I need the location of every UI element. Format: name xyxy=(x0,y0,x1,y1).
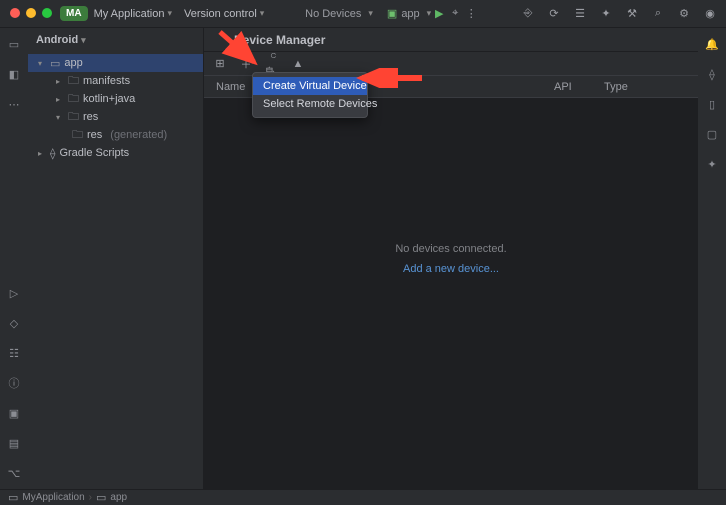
logcat-icon[interactable]: ▤ xyxy=(6,435,22,451)
profiler-icon[interactable]: ☷ xyxy=(6,345,22,361)
more-button[interactable]: ⋮ xyxy=(463,6,479,22)
chevron-down-icon: ▾ xyxy=(368,8,373,19)
tree-row[interactable]: ▸ 🗀 kotlin+java xyxy=(28,90,203,108)
vcs-menu[interactable]: Version control xyxy=(184,8,257,20)
project-tree: ▾ ▭ app ▸ 🗀 manifests ▸ 🗀 kotlin+java ▾ … xyxy=(28,52,203,164)
wifi-pair-icon[interactable]: �င身 xyxy=(264,56,280,72)
device-manager-empty-state: No devices connected. Add a new device..… xyxy=(204,243,698,275)
device-manager-icon[interactable]: ▢ xyxy=(704,126,720,142)
sync-icon[interactable]: ✦ xyxy=(598,6,614,22)
breadcrumb-separator: › xyxy=(89,492,92,503)
close-window-dot[interactable] xyxy=(10,8,20,18)
settings-icon[interactable]: ⚙ xyxy=(676,6,692,22)
notifications-icon[interactable]: 🔔 xyxy=(704,36,720,52)
col-type-header: Type xyxy=(604,81,698,93)
chevron-down-icon: ▾ xyxy=(260,8,265,19)
assistant-icon[interactable]: ✦ xyxy=(704,156,720,172)
tree-row-gradle[interactable]: ▸ ⟠ Gradle Scripts xyxy=(28,144,203,162)
tree-row[interactable]: 🗀 res (generated) xyxy=(28,126,203,144)
project-name[interactable]: My Application xyxy=(94,8,165,20)
expand-icon: ▸ xyxy=(38,149,46,158)
tree-suffix: (generated) xyxy=(110,129,167,141)
problems-icon[interactable]: ⓘ xyxy=(6,375,22,391)
annotation-arrow xyxy=(216,28,264,72)
expand-icon: ▾ xyxy=(38,59,46,68)
left-tool-rail: ▭ ◧ ⋯ ▷ ◇ ☷ ⓘ ▣ ▤ ⌥ xyxy=(0,28,28,489)
run-config-selector[interactable]: ▣ app ▾ xyxy=(387,7,431,20)
tree-row[interactable]: ▾ 🗀 res xyxy=(28,108,203,126)
tree-label: manifests xyxy=(83,75,130,87)
build-icon[interactable]: ⚒ xyxy=(624,6,640,22)
resource-manager-icon[interactable]: ◧ xyxy=(6,66,22,82)
list-icon[interactable]: ☰ xyxy=(572,6,588,22)
tree-label: res xyxy=(87,129,102,141)
expand-icon: ▾ xyxy=(56,113,64,122)
create-virtual-device-item[interactable]: Create Virtual Device xyxy=(253,77,367,95)
tree-label: app xyxy=(64,57,82,69)
device-label: No Devices xyxy=(305,8,361,20)
expand-icon: ▸ xyxy=(56,77,64,86)
firebase-icon[interactable]: ▲ xyxy=(290,56,306,72)
app-quality-icon[interactable]: ◇ xyxy=(6,315,22,331)
code-with-me-icon[interactable]: ⎆ xyxy=(520,6,536,22)
project-panel-header[interactable]: Android ▾ xyxy=(28,28,203,52)
project-view-label: Android xyxy=(36,34,78,46)
tree-row-app[interactable]: ▾ ▭ app xyxy=(28,54,203,72)
col-api-header: API xyxy=(554,81,604,93)
account-icon[interactable]: ◉ xyxy=(702,6,718,22)
terminal-icon[interactable]: ▣ xyxy=(6,405,22,421)
more-tools-icon[interactable]: ⋯ xyxy=(6,96,22,112)
module-icon: ▭ xyxy=(96,491,106,504)
run-tool-icon[interactable]: ▷ xyxy=(6,285,22,301)
folder-icon: 🗀 xyxy=(68,72,79,91)
top-right-actions: ⎆ ⟳ ☰ ✦ ⚒ ⌕ ⚙ ◉ xyxy=(520,6,718,22)
add-device-dropdown: Create Virtual Device Select Remote Devi… xyxy=(252,72,368,118)
breadcrumb-root[interactable]: MyApplication xyxy=(22,492,84,503)
select-remote-devices-item[interactable]: Select Remote Devices xyxy=(253,95,367,113)
chevron-down-icon: ▾ xyxy=(168,8,173,19)
android-icon: ▣ xyxy=(387,7,397,20)
tree-label: Gradle Scripts xyxy=(59,147,129,159)
annotation-arrow xyxy=(356,68,426,88)
run-config-label: app xyxy=(401,8,419,20)
device-selector[interactable]: No Devices ▾ xyxy=(305,8,373,20)
project-chip[interactable]: MA xyxy=(60,6,88,21)
gradle-icon[interactable]: ⟠ xyxy=(704,66,720,82)
tree-label: res xyxy=(83,111,98,123)
updates-icon[interactable]: ⟳ xyxy=(546,6,562,22)
tree-row[interactable]: ▸ 🗀 manifests xyxy=(28,72,203,90)
empty-message: No devices connected. xyxy=(204,243,698,255)
add-device-link[interactable]: Add a new device... xyxy=(204,263,698,275)
emulator-icon[interactable]: ▯ xyxy=(704,96,720,112)
run-button[interactable]: ▶ xyxy=(431,6,447,22)
project-panel: Android ▾ ▾ ▭ app ▸ 🗀 manifests ▸ 🗀 kotl… xyxy=(28,28,204,489)
gradle-icon: ⟠ xyxy=(50,147,55,160)
folder-icon: 🗀 xyxy=(72,126,83,145)
folder-icon: 🗀 xyxy=(68,108,79,127)
window-traffic-lights xyxy=(10,8,52,18)
debug-button[interactable]: ⌖ xyxy=(447,6,463,22)
module-icon: ▭ xyxy=(8,491,18,504)
chevron-down-icon: ▾ xyxy=(81,35,86,46)
vcs-tool-icon[interactable]: ⌥ xyxy=(6,465,22,481)
module-icon: ▭ xyxy=(50,57,60,70)
tree-label: kotlin+java xyxy=(83,93,135,105)
maximize-window-dot[interactable] xyxy=(42,8,52,18)
breadcrumb: ▭ MyApplication › ▭ app xyxy=(0,489,726,505)
project-view-icon[interactable]: ▭ xyxy=(6,36,22,52)
expand-icon: ▸ xyxy=(56,95,64,104)
minimize-window-dot[interactable] xyxy=(26,8,36,18)
folder-icon: 🗀 xyxy=(68,90,79,109)
breadcrumb-leaf[interactable]: app xyxy=(110,492,127,503)
search-icon[interactable]: ⌕ xyxy=(650,6,666,22)
top-toolbar: MA My Application ▾ Version control ▾ No… xyxy=(0,0,726,28)
right-tool-rail: 🔔 ⟠ ▯ ▢ ✦ xyxy=(698,28,726,489)
